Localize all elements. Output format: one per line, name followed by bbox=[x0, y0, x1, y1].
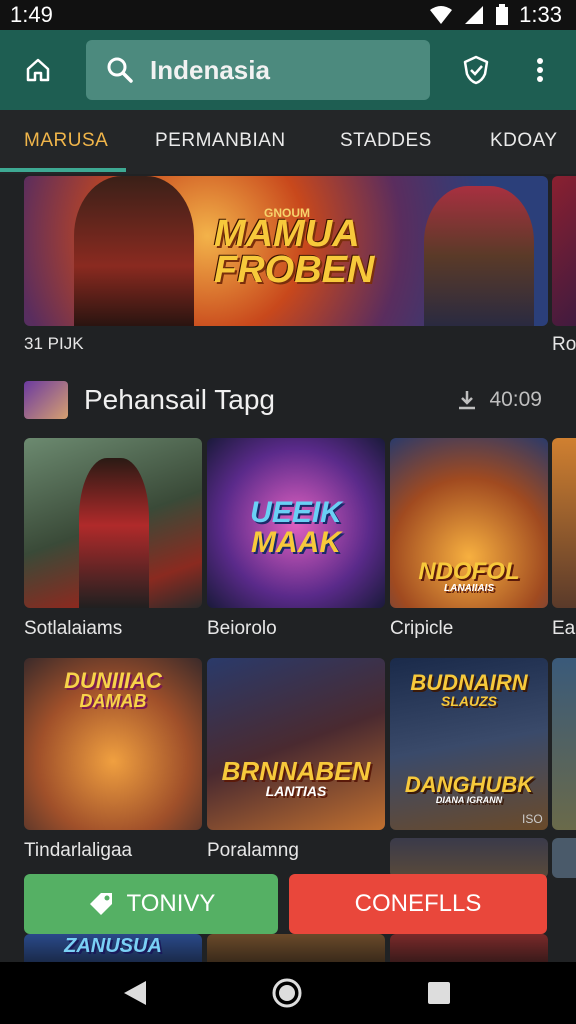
banner-caption: 31 PIJK bbox=[24, 334, 84, 353]
card-logo-line4: DIANA IGRANN bbox=[435, 795, 503, 805]
search-bar[interactable]: Indenasia bbox=[86, 40, 430, 100]
card-logo-line3: DANGHUBK bbox=[404, 772, 534, 797]
card-title: Beiorolo bbox=[207, 618, 277, 639]
card-logo-bottom: DANGHUBK DIANA IGRANN bbox=[390, 774, 548, 805]
conefils-button[interactable]: CONEFLLS bbox=[289, 874, 547, 934]
section-meta-value: 40:09 bbox=[489, 388, 542, 411]
system-nav-bar bbox=[0, 962, 576, 1024]
tab-kdoay[interactable]: KDOAY bbox=[490, 130, 558, 152]
tag-icon bbox=[89, 893, 112, 915]
tab-indicator bbox=[0, 168, 126, 172]
game-card[interactable] bbox=[390, 838, 548, 878]
home-button[interactable] bbox=[0, 30, 76, 110]
shield-button[interactable] bbox=[438, 30, 514, 110]
app-bar: Indenasia bbox=[0, 30, 576, 110]
card-logo: NDOFOL LANAIIAIS bbox=[390, 560, 548, 594]
game-card[interactable] bbox=[552, 438, 576, 608]
section-header[interactable]: Pehansail Tapg 40:09 bbox=[24, 380, 554, 420]
banner-title-line2: FROBEN bbox=[214, 249, 375, 291]
home-icon bbox=[26, 58, 50, 82]
home-circle-icon bbox=[272, 978, 302, 1008]
status-time-right: 1:33 bbox=[519, 2, 562, 27]
card-logo-line1: UEEIK bbox=[250, 496, 342, 529]
tab-permanbian[interactable]: PERMANBIAN bbox=[155, 130, 286, 152]
card-logo-line1: BUDNAIRN bbox=[410, 670, 528, 695]
section-avatar bbox=[24, 381, 68, 419]
category-tabs: MARUSA PERMANBIAN STADDES KDOAY bbox=[0, 110, 576, 174]
card-logo: UEEIK MAAK bbox=[207, 498, 385, 558]
tonivy-button[interactable]: TONIVY bbox=[24, 874, 278, 934]
recents-button[interactable] bbox=[422, 976, 456, 1010]
card-logo: BUDNAIRN SLAUZS bbox=[390, 670, 548, 709]
tab-marusa[interactable]: MARUSA bbox=[24, 130, 108, 152]
back-triangle-icon bbox=[124, 981, 146, 1005]
status-time-left: 1:49 bbox=[10, 2, 53, 27]
back-button[interactable] bbox=[118, 976, 152, 1010]
card-logo-line2: DAMAB bbox=[79, 691, 147, 711]
search-query[interactable]: Indenasia bbox=[150, 55, 270, 86]
card-logo-line2: SLAUZS bbox=[441, 693, 497, 709]
game-card[interactable] bbox=[24, 438, 202, 608]
banner-title: MAMUA FROBEN bbox=[214, 213, 375, 291]
card-title: Poralamng bbox=[207, 840, 299, 861]
section-title: Pehansail Tapg bbox=[84, 384, 275, 415]
game-card[interactable] bbox=[552, 838, 576, 878]
game-card[interactable]: UEEIK MAAK bbox=[207, 438, 385, 608]
signal-icon bbox=[465, 6, 484, 24]
card-logo-line2: MAAK bbox=[251, 526, 341, 559]
small-tag: ISO bbox=[522, 812, 543, 826]
card-logo-line2: LANAIIAIS bbox=[444, 583, 494, 594]
game-card[interactable] bbox=[390, 934, 548, 962]
tab-staddes[interactable]: STADDES bbox=[340, 130, 432, 152]
card-logo: BRNNABEN LANTIAS bbox=[207, 758, 385, 798]
banner-character-art bbox=[424, 186, 534, 326]
card-title: Ea bbox=[552, 618, 576, 639]
wifi-icon bbox=[430, 6, 453, 24]
more-vert-icon bbox=[537, 58, 543, 82]
search-icon bbox=[107, 57, 133, 83]
card-logo-line1: NDOFOL bbox=[418, 558, 520, 585]
game-card[interactable]: DUNIIIAC DAMAB bbox=[24, 658, 202, 830]
card-logo-line2: LANTIAS bbox=[265, 783, 327, 799]
card-logo-line1: BRNNABEN bbox=[221, 756, 371, 786]
status-bar: 1:49 1:33 bbox=[0, 0, 576, 30]
game-card[interactable] bbox=[207, 934, 385, 962]
game-card[interactable] bbox=[552, 658, 576, 830]
card-title: Cripicle bbox=[390, 618, 454, 639]
card-logo: DUNIIIAC DAMAB bbox=[24, 668, 202, 711]
battery-icon bbox=[496, 4, 509, 25]
more-options-button[interactable] bbox=[504, 30, 576, 110]
home-nav-button[interactable] bbox=[270, 976, 304, 1010]
next-banner[interactable] bbox=[552, 176, 576, 326]
download-icon bbox=[459, 391, 476, 410]
banner-caption-next: Ro bbox=[552, 334, 576, 355]
card-title: Sotlalaiams bbox=[24, 618, 123, 639]
card-art bbox=[79, 458, 149, 608]
game-card[interactable]: ZANUSUA bbox=[24, 934, 202, 962]
tonivy-button-label: TONIVY bbox=[126, 890, 216, 917]
game-card[interactable]: BRNNABEN LANTIAS bbox=[207, 658, 385, 830]
card-logo: ZANUSUA bbox=[64, 935, 162, 957]
banner-title-line1: MAMUA bbox=[214, 213, 360, 255]
card-title: Tindarlaligaa bbox=[24, 840, 133, 861]
shield-check-icon bbox=[463, 55, 489, 85]
section-meta: 40:09 bbox=[455, 388, 542, 412]
banner-hero-art bbox=[74, 176, 194, 326]
card-logo-line1: DUNIIIAC bbox=[64, 668, 162, 693]
game-card[interactable]: BUDNAIRN SLAUZS DANGHUBK DIANA IGRANN bbox=[390, 658, 548, 830]
game-card[interactable]: NDOFOL LANAIIAIS bbox=[390, 438, 548, 608]
recents-square-icon bbox=[428, 982, 450, 1004]
featured-banner[interactable]: GNOUM MAMUA FROBEN bbox=[24, 176, 548, 326]
conefils-button-label: CONEFLLS bbox=[354, 890, 482, 917]
